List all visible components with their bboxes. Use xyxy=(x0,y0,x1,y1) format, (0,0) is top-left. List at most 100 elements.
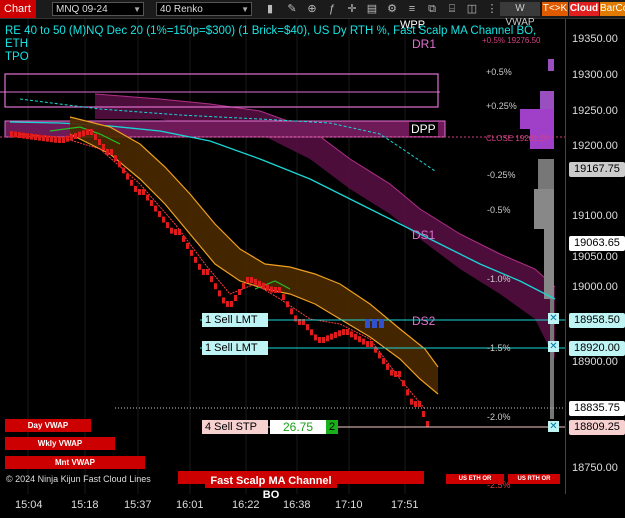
bar-style-icon[interactable]: ▮ xyxy=(264,2,276,16)
renko-brick xyxy=(274,287,277,293)
renko-brick xyxy=(62,137,65,143)
renko-brick xyxy=(414,401,417,407)
renko-brick xyxy=(110,149,113,155)
renko-brick xyxy=(378,352,381,359)
renko-brick xyxy=(138,189,141,195)
y-tick: 18750.00 xyxy=(572,462,618,474)
barco-button[interactable]: BarCo xyxy=(600,2,625,16)
zoom-icon[interactable]: ⊕ xyxy=(306,2,318,16)
stp-price-label: 18809.25 xyxy=(569,420,625,435)
sell-lmt-order-1[interactable]: 1 Sell LMT xyxy=(202,313,268,327)
renko-brick xyxy=(370,341,373,347)
renko-brick xyxy=(366,341,369,347)
template-icon[interactable]: ▤ xyxy=(366,2,378,16)
renko-brick xyxy=(334,331,337,338)
renko-brick xyxy=(386,363,389,370)
tk-button[interactable]: T<>K xyxy=(542,2,568,16)
renko-brick xyxy=(190,249,193,256)
renko-brick xyxy=(122,167,125,174)
close-label: CLOSE 19261.25 xyxy=(486,134,549,143)
renko-brick xyxy=(42,135,45,142)
us-eth-or-button[interactable]: US ETH OR xyxy=(446,474,504,484)
renko-brick xyxy=(46,135,49,142)
wpp-label: WPP xyxy=(400,19,426,31)
renko-brick xyxy=(166,222,169,229)
current-price-label: 18835.75 xyxy=(569,401,625,416)
strategy-icon[interactable]: ⚙ xyxy=(386,2,398,16)
renko-brick xyxy=(50,136,53,143)
close-icon[interactable]: ✕ xyxy=(548,313,559,324)
properties-icon[interactable]: ≡ xyxy=(406,2,418,16)
y-tick: 19050.00 xyxy=(572,251,618,263)
fast-scalp-button[interactable]: Fast Scalp MA Channel BO xyxy=(205,474,337,501)
day-vwap-button[interactable]: Day VWAP xyxy=(5,419,91,432)
pct-label: -0.25% xyxy=(487,170,516,180)
mnt-vwap-button[interactable]: Mnt VWAP xyxy=(5,456,145,469)
instrument-select[interactable]: MNQ 09-24 ▼ xyxy=(52,2,144,16)
bar-type-select[interactable]: 40 Renko ▼ xyxy=(156,2,252,16)
sell-lmt-order-2[interactable]: 1 Sell LMT xyxy=(202,341,268,355)
chart-trader-icon[interactable]: ⌸ xyxy=(446,2,458,16)
ds2-label: DS2 xyxy=(412,314,436,328)
chart-header: RE 40 to 50 (M)NQ Dec 20 (1%=150p=$300) … xyxy=(5,25,560,64)
renko-brick xyxy=(142,189,145,195)
crosshair-icon[interactable]: ✛ xyxy=(346,2,358,16)
renko-brick xyxy=(238,289,241,295)
dr1-label: DR1 xyxy=(412,37,437,51)
renko-brick xyxy=(422,411,425,417)
lmt-price-label-1: 18958.50 xyxy=(569,313,625,328)
renko-brick xyxy=(322,337,325,343)
price-axis[interactable]: 19350.00 19300.00 19250.00 19200.00 1916… xyxy=(565,19,625,494)
indicator-summary-2: TPO xyxy=(5,51,29,63)
renko-brick xyxy=(266,284,269,291)
renko-brick xyxy=(210,276,213,283)
renko-brick xyxy=(410,398,413,405)
chart-tab[interactable]: Chart xyxy=(0,0,36,18)
close-icon[interactable]: ✕ xyxy=(548,341,559,352)
x-tick: 16:01 xyxy=(176,499,204,511)
renko-brick xyxy=(234,295,237,301)
cloud-button[interactable]: Cloud xyxy=(569,2,599,16)
indicators-icon[interactable]: ƒ xyxy=(326,2,338,16)
renko-brick xyxy=(254,278,257,285)
more-icon[interactable]: ⋮ xyxy=(486,2,498,16)
y-tick: 19300.00 xyxy=(572,69,618,81)
renko-brick xyxy=(178,229,181,235)
renko-brick xyxy=(402,380,405,387)
us-rth-or-button[interactable]: US RTH OR xyxy=(508,474,560,484)
x-tick: 16:22 xyxy=(232,499,260,511)
attach-icon[interactable]: ⧉ xyxy=(426,2,438,16)
renko-brick xyxy=(82,130,85,137)
pct-label: -1.5% xyxy=(487,343,511,353)
renko-brick xyxy=(26,133,29,140)
renko-brick xyxy=(314,334,317,341)
renko-brick xyxy=(106,149,109,155)
renko-brick xyxy=(22,132,25,139)
price-label-19167: 19167.75 xyxy=(569,162,625,177)
renko-brick xyxy=(126,173,129,180)
position-pnl: 26.75 xyxy=(270,420,326,434)
renko-brick xyxy=(98,139,101,145)
drawing-tool-icon[interactable]: ✎ xyxy=(286,2,298,16)
pin-icon[interactable]: ◫ xyxy=(466,2,478,16)
renko-brick xyxy=(54,136,57,143)
renko-brick xyxy=(346,329,349,335)
w-vwap-button[interactable]: W VWAP xyxy=(500,2,540,28)
pct-label: +0.5% xyxy=(486,67,512,77)
sell-stp-order[interactable]: 4 Sell STP xyxy=(202,420,268,434)
renko-brick xyxy=(30,133,33,140)
renko-brick xyxy=(250,277,253,283)
signal-brick xyxy=(365,319,370,328)
renko-brick xyxy=(170,227,173,234)
watermark: © 2024 Ninja Kijun Fast Cloud Lines xyxy=(6,474,151,484)
renko-brick xyxy=(78,131,81,138)
close-icon[interactable]: ✕ xyxy=(548,421,559,432)
renko-brick xyxy=(174,229,177,235)
wkly-vwap-button[interactable]: Wkly VWAP xyxy=(5,437,115,450)
renko-brick xyxy=(38,134,41,141)
y-tick: 19350.00 xyxy=(572,33,618,45)
signal-brick xyxy=(379,319,384,328)
position-qty: 2 xyxy=(326,420,338,434)
renko-brick xyxy=(394,371,397,377)
renko-brick xyxy=(146,194,149,201)
